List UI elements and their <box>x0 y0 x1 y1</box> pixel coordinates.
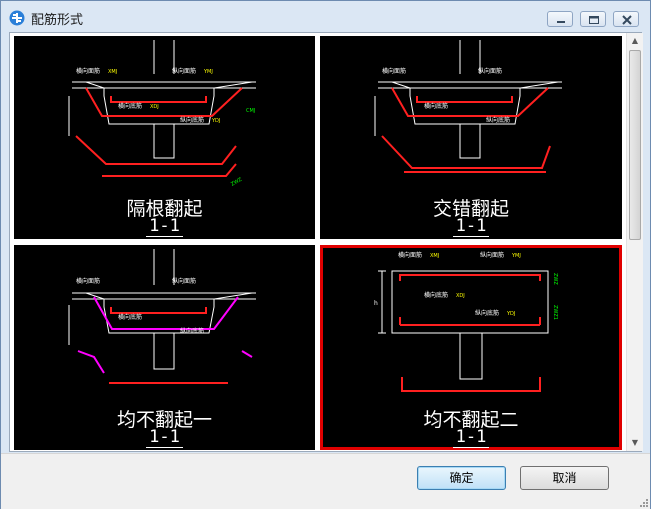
svg-text:横向面筋: 横向面筋 <box>76 67 100 75</box>
section-label: 1-1 <box>14 216 315 237</box>
svg-text:纵向底筋: 纵向底筋 <box>180 327 204 335</box>
minimize-icon <box>557 21 565 23</box>
svg-text:YMJ: YMJ <box>203 69 213 75</box>
svg-text:纵向底筋: 纵向底筋 <box>486 116 510 124</box>
svg-text:横向面筋: 横向面筋 <box>382 67 406 75</box>
svg-text:纵向面筋: 纵向面筋 <box>478 67 502 75</box>
scroll-down-icon[interactable]: ▼ <box>627 435 643 451</box>
scroll-up-icon[interactable]: ▲ <box>627 33 643 49</box>
ok-button[interactable]: 确定 <box>417 466 506 490</box>
svg-text:YDJ: YDJ <box>211 118 220 124</box>
close-icon <box>622 15 632 25</box>
option-panel-3[interactable]: 横向面筋 纵向面筋 横向底筋 纵向底筋 均不翻起一 1-1 <box>14 245 315 450</box>
section-label: 1-1 <box>320 216 622 237</box>
dialog-window: 配筋形式 横向面筋 纵向面筋 横向底筋 纵向底筋 XMJ YMJ XDJ YDJ… <box>0 0 651 509</box>
svg-text:ZWZ: ZWZ <box>230 176 244 187</box>
svg-text:横向面筋: 横向面筋 <box>398 251 422 259</box>
svg-text:h: h <box>374 300 378 307</box>
svg-text:纵向底筋: 纵向底筋 <box>475 309 499 317</box>
svg-text:横向底筋: 横向底筋 <box>118 313 142 321</box>
svg-text:XMJ: XMJ <box>430 253 439 259</box>
cancel-button[interactable]: 取消 <box>520 466 609 490</box>
svg-text:YDJ: YDJ <box>506 311 515 317</box>
svg-text:XMJ: XMJ <box>108 69 117 75</box>
section-label: 1-1 <box>14 427 315 448</box>
app-icon <box>9 10 25 26</box>
vertical-scrollbar[interactable]: ▲ ▼ <box>626 33 643 451</box>
svg-text:ZWZ1: ZWZ1 <box>552 305 558 320</box>
option-panel-1[interactable]: 横向面筋 纵向面筋 横向底筋 纵向底筋 XMJ YMJ XDJ YDJ ZWZ … <box>14 36 315 239</box>
options-area: 横向面筋 纵向面筋 横向底筋 纵向底筋 XMJ YMJ XDJ YDJ ZWZ … <box>9 32 643 452</box>
maximize-icon <box>589 16 599 24</box>
maximize-button[interactable] <box>580 11 606 27</box>
svg-text:纵向底筋: 纵向底筋 <box>180 116 204 124</box>
svg-text:ZWZ: ZWZ <box>552 273 558 285</box>
svg-text:CMJ: CMJ <box>246 108 255 114</box>
svg-text:横向底筋: 横向底筋 <box>118 102 142 110</box>
scrollbar-thumb[interactable] <box>629 50 641 240</box>
option-panel-4-selected[interactable]: 横向面筋 纵向面筋 横向底筋 纵向底筋 h XMJ YMJ XDJ YDJ ZW… <box>320 245 622 450</box>
svg-text:纵向面筋: 纵向面筋 <box>172 277 196 285</box>
window-title: 配筋形式 <box>31 13 84 28</box>
svg-text:横向底筋: 横向底筋 <box>424 102 448 110</box>
title-bar[interactable]: 配筋形式 <box>1 1 650 33</box>
svg-text:纵向面筋: 纵向面筋 <box>172 67 196 75</box>
close-button[interactable] <box>613 11 639 27</box>
dialog-footer: 确定 取消 <box>1 453 650 509</box>
svg-text:横向底筋: 横向底筋 <box>424 291 448 299</box>
svg-text:YMJ: YMJ <box>511 253 521 259</box>
svg-text:XDJ: XDJ <box>456 293 465 299</box>
option-panel-2[interactable]: 横向面筋 纵向面筋 横向底筋 纵向底筋 交错翻起 1-1 <box>320 36 622 239</box>
resize-grip-icon[interactable] <box>638 497 648 507</box>
svg-text:横向面筋: 横向面筋 <box>76 277 100 285</box>
section-label: 1-1 <box>320 427 622 448</box>
svg-text:纵向面筋: 纵向面筋 <box>480 251 504 259</box>
minimize-button[interactable] <box>547 11 573 27</box>
svg-text:XDJ: XDJ <box>150 104 159 110</box>
